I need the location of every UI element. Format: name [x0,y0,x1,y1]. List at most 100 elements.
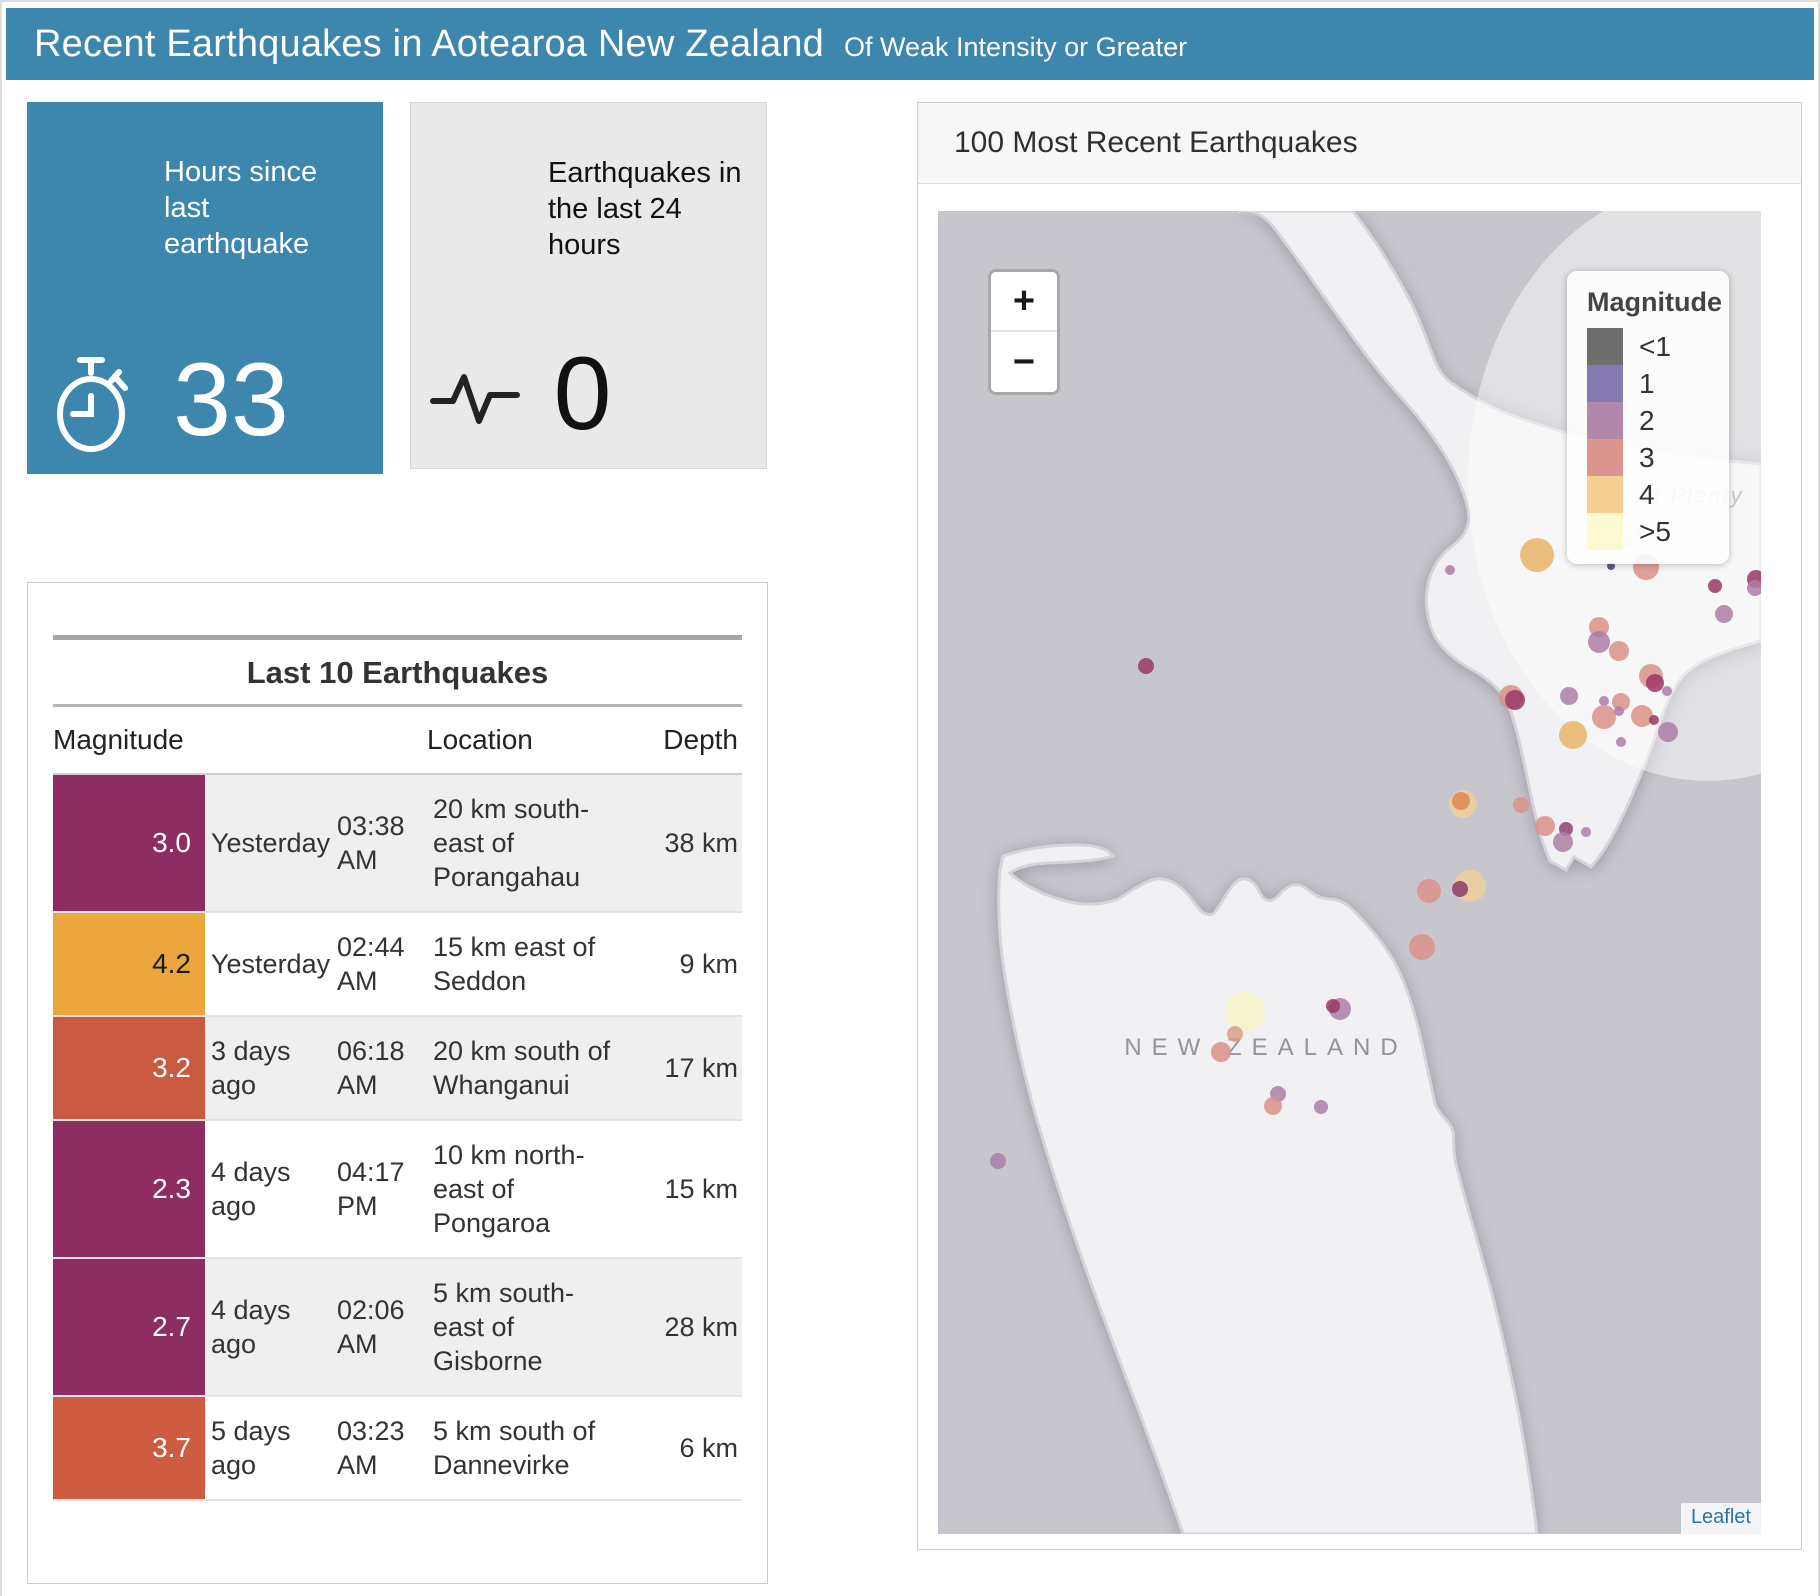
legend-item: 4 [1587,476,1729,513]
earthquake-marker[interactable] [1560,687,1578,705]
magnitude-cell: 3.7 [53,1397,205,1499]
country-label: NEW ZEALAND [1124,1034,1407,1061]
location-cell: 15 km east of Seddon [427,913,635,1015]
stat-card-last-24h: Earthquakes in the last 24 hours 0 [410,102,767,469]
depth-cell: 6 km [635,1414,742,1482]
location-cell: 5 km south of Dannevirke [427,1397,635,1499]
earthquake-marker[interactable] [1505,690,1525,710]
when-cell: 4 days ago [205,1276,331,1378]
earthquake-marker[interactable] [1581,827,1591,837]
time-cell: 03:23 AM [331,1397,427,1499]
location-cell: 20 km south of Whanganui [427,1017,635,1119]
magnitude-cell: 2.7 [53,1259,205,1395]
earthquake-marker[interactable] [1662,686,1672,696]
map-card: 100 Most Recent Earthquakes Bay of Plent… [917,102,1802,1550]
legend-swatch [1587,513,1623,550]
earthquake-marker[interactable] [1445,565,1455,575]
map-attribution: Leaflet [1681,1503,1761,1534]
stat-value-last-24h: 0 [405,342,760,446]
earthquake-marker[interactable] [1609,641,1629,661]
location-cell: 10 km north-east of Pongaroa [427,1121,635,1257]
earthquake-marker[interactable] [1326,999,1340,1013]
when-cell: 4 days ago [205,1138,331,1240]
when-cell: Yesterday [205,930,331,998]
earthquake-marker[interactable] [1211,1042,1231,1062]
location-cell: 20 km south-east of Porangahau [427,775,635,911]
earthquake-marker[interactable] [1138,658,1154,674]
legend-swatch [1587,439,1623,476]
earthquake-marker[interactable] [1658,722,1678,742]
time-cell: 02:06 AM [331,1276,427,1378]
depth-cell: 9 km [635,930,742,998]
location-cell: 5 km south-east of Gisborne [427,1259,635,1395]
magnitude-cell: 2.3 [53,1121,205,1257]
zoom-out-button[interactable]: − [991,332,1057,392]
earthquake-marker[interactable] [1708,579,1722,593]
legend-swatch [1587,328,1623,365]
south-island-shape [999,845,1537,1534]
stat-value-hours-since: 33 [53,348,409,452]
earthquake-marker[interactable] [1559,721,1587,749]
earthquake-marker[interactable] [1513,797,1529,813]
stat-label: Earthquakes in the last 24 hours [548,155,743,263]
column-header-location: Location [427,724,635,756]
earthquake-marker[interactable] [1452,881,1468,897]
depth-cell: 38 km [635,809,742,877]
legend-label: 2 [1639,405,1655,437]
magnitude-cell: 3.0 [53,775,205,911]
earthquake-marker[interactable] [1264,1097,1282,1115]
earthquake-row: 3.0Yesterday03:38 AM20 km south-east of … [53,775,742,913]
earthquake-marker[interactable] [1631,705,1653,727]
depth-cell: 17 km [635,1034,742,1102]
earthquake-marker[interactable] [1649,715,1659,725]
earthquake-marker[interactable] [1553,832,1573,852]
time-cell: 04:17 PM [331,1138,427,1240]
legend-label: 3 [1639,442,1655,474]
stat-label: Hours since last earthquake [164,154,359,262]
earthquake-marker[interactable] [1646,674,1664,692]
earthquake-marker[interactable] [1614,706,1624,716]
earthquake-marker[interactable] [990,1153,1006,1169]
page-subtitle: Of Weak Intensity or Greater [844,32,1187,63]
earthquake-marker[interactable] [1715,605,1733,623]
legend-item: 2 [1587,402,1729,439]
legend-label: <1 [1639,331,1671,363]
legend-items: <1 1 2 3 4>5 [1587,328,1729,550]
earthquake-marker[interactable] [1227,1026,1243,1042]
zoom-in-button[interactable]: + [991,272,1057,332]
earthquake-map[interactable]: Bay of Plenty NEW ZEALAND + − Magnitude … [938,211,1761,1534]
magnitude-cell: 3.2 [53,1017,205,1119]
earthquake-marker[interactable] [1314,1100,1328,1114]
legend-label: 1 [1639,368,1655,400]
earthquake-marker[interactable] [1599,696,1609,706]
earthquake-marker[interactable] [1616,737,1626,747]
leaflet-link[interactable]: Leaflet [1691,1506,1751,1528]
legend-item: >5 [1587,513,1729,550]
column-header-magnitude: Magnitude [53,724,331,756]
dashboard-page: Recent Earthquakes in Aotearoa New Zeala… [0,0,1820,1596]
when-cell: 3 days ago [205,1017,331,1119]
earthquake-marker[interactable] [1452,792,1470,810]
magnitude-legend: Magnitude <11234>5 [1567,271,1729,564]
earthquake-marker[interactable] [1588,631,1610,653]
time-cell: 02:44 AM [331,913,427,1015]
magnitude-cell: 4.2 [53,913,205,1015]
earthquake-row: 3.23 days ago06:18 AM20 km south of Whan… [53,1017,742,1121]
legend-swatch [1587,365,1623,402]
time-cell: 03:38 AM [331,792,427,894]
earthquake-marker[interactable] [1520,538,1554,572]
earthquake-row: 2.74 days ago02:06 AM5 km south-east of … [53,1259,742,1397]
map-title: 100 Most Recent Earthquakes [918,103,1801,184]
earthquake-table-card: Last 10 Earthquakes Magnitude Location D… [27,582,768,1584]
earthquake-row: 2.34 days ago04:17 PM10 km north-east of… [53,1121,742,1259]
table-header-row: Magnitude Location Depth [53,707,742,773]
earthquake-row: 3.75 days ago03:23 AM5 km south of Danne… [53,1397,742,1501]
earthquake-marker[interactable] [1535,816,1555,836]
earthquake-marker[interactable] [1409,934,1435,960]
earthquake-marker[interactable] [1225,992,1265,1032]
depth-cell: 28 km [635,1293,742,1361]
earthquake-marker[interactable] [1592,705,1616,729]
earthquake-marker[interactable] [1417,879,1441,903]
when-cell: Yesterday [205,809,331,877]
legend-label: 4 [1639,479,1655,511]
